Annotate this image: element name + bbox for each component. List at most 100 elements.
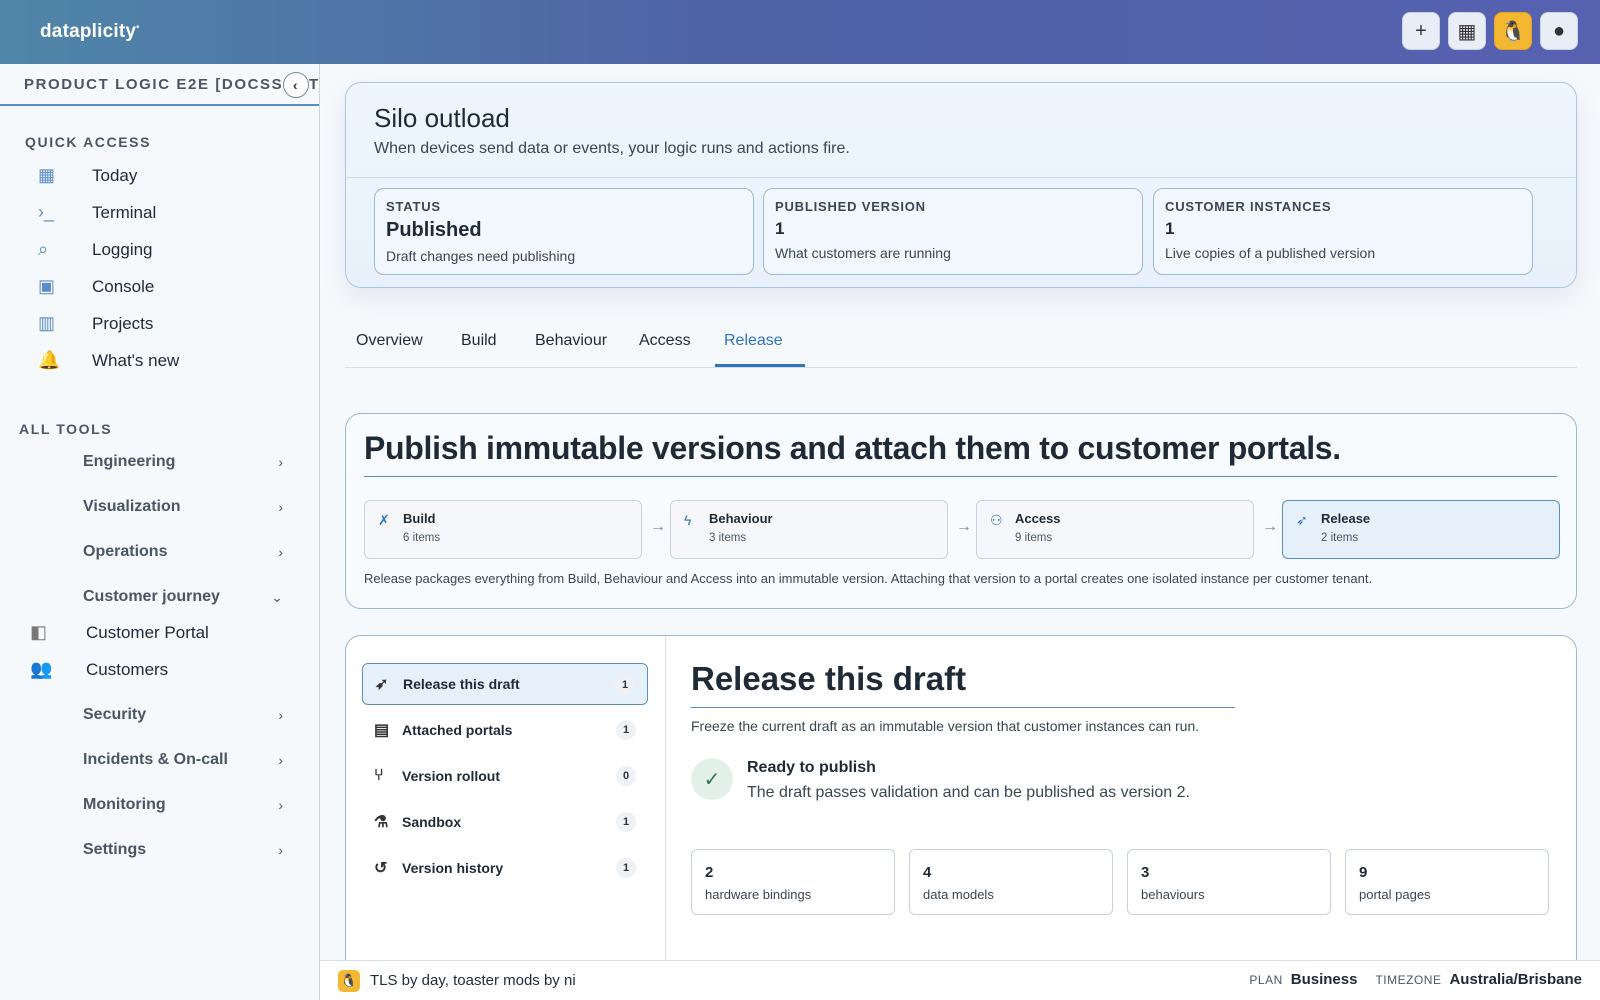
tool-customer-journey[interactable]: Customer journey ⌄ (83, 588, 283, 606)
stat-value: 1 (775, 219, 785, 238)
stat-value: Published (386, 219, 482, 241)
metric-value: 3 (1141, 864, 1150, 881)
tool-label: Settings (83, 841, 147, 858)
tool-security[interactable]: Security › (83, 706, 283, 724)
hero-card: Silo outload When devices send data or e… (345, 82, 1577, 288)
sidebar: PRODUCT LOGIC E2E [DOCSSHOTS] ‹ QUICK AC… (0, 64, 320, 1000)
sidebar-item-logging[interactable]: ⌕ Logging (0, 231, 320, 268)
step-name: Behaviour (709, 511, 773, 526)
metric-label: portal pages (1359, 887, 1431, 902)
console-icon: ▣ (38, 276, 56, 296)
quick-access-label: QUICK ACCESS (25, 134, 152, 150)
hero-divider (346, 177, 1576, 178)
brand-logo[interactable]: dataplicity• (40, 21, 140, 43)
metric-data-models: 4 data models (909, 849, 1113, 915)
nav-sandbox[interactable]: ⚗ Sandbox 1 (362, 801, 648, 843)
tab-build[interactable]: Build (461, 332, 497, 350)
ready-description: The draft passes validation and can be p… (747, 784, 1190, 801)
tab-release[interactable]: Release (724, 332, 783, 350)
bell-icon: 🔔 (38, 350, 61, 370)
plus-icon[interactable]: + (1402, 12, 1440, 50)
nav-attached-portals[interactable]: ▤ Attached portals 1 (362, 709, 648, 751)
main-content: Silo outload When devices send data or e… (320, 64, 1600, 1000)
stat-customer-instances: CUSTOMER INSTANCES 1 Live copies of a pu… (1153, 188, 1533, 275)
apps-grid-icon[interactable]: ▦ (1448, 12, 1486, 50)
stat-desc: Draft changes need publishing (386, 248, 576, 264)
step-access[interactable]: ⚇ Access 9 items (976, 500, 1254, 559)
tool-label: Operations (83, 543, 168, 560)
nav-version-rollout[interactable]: ⑂ Version rollout 0 (362, 755, 648, 797)
sidebar-item-label: Customers (86, 659, 169, 679)
step-name: Build (403, 511, 436, 526)
tool-monitoring[interactable]: Monitoring › (83, 796, 283, 814)
metric-value: 4 (923, 864, 932, 881)
timezone-key: TIMEZONE (1375, 972, 1442, 987)
chevron-right-icon: › (278, 842, 283, 858)
check-icon: ✓ (691, 758, 733, 800)
step-build[interactable]: ✗ Build 6 items (364, 500, 642, 559)
sidebar-item-terminal[interactable]: ›_ Terminal (0, 194, 320, 231)
user-avatar-icon[interactable]: 🐧 (1494, 12, 1532, 50)
account-icon[interactable]: ● (1540, 12, 1578, 50)
stat-key: CUSTOMER INSTANCES (1165, 199, 1332, 214)
tool-incidents[interactable]: Incidents & On-call › (83, 751, 283, 769)
release-draft-card: ➶ Release this draft 1 ▤ Attached portal… (345, 635, 1577, 1000)
chevron-right-icon: › (278, 707, 283, 723)
metric-hardware-bindings: 2 hardware bindings (691, 849, 895, 915)
sidebar-item-customer-portal[interactable]: ◧ Customer Portal (0, 622, 320, 643)
metric-portal-pages: 9 portal pages (1345, 849, 1549, 915)
sidebar-item-customers[interactable]: 👥 Customers (0, 659, 320, 680)
chevron-right-icon: › (278, 454, 283, 470)
publish-divider (364, 476, 1557, 477)
tool-visualization[interactable]: Visualization › (83, 498, 283, 516)
metric-value: 2 (705, 864, 714, 881)
arrow-right-icon: → (956, 518, 972, 535)
step-count: 3 items (709, 532, 747, 544)
status-message: TLS by day, toaster mods by ni (370, 972, 576, 989)
plan-value[interactable]: Business (1291, 971, 1358, 988)
step-behaviour[interactable]: ϟ Behaviour 3 items (670, 500, 948, 559)
stat-desc: Live copies of a published version (1165, 245, 1376, 261)
sidebar-item-console[interactable]: ▣ Console (0, 268, 320, 305)
tool-operations[interactable]: Operations › (83, 543, 283, 561)
draft-subtitle: Freeze the current draft as an immutable… (691, 718, 1200, 734)
timezone-value[interactable]: Australia/Brisbane (1449, 971, 1582, 988)
all-tools-label: ALL TOOLS (19, 421, 113, 437)
nav-label: Version history (402, 860, 504, 876)
publish-title: Publish immutable versions and attach th… (364, 430, 1341, 466)
search-icon: ⌕ (38, 239, 49, 259)
top-bar: dataplicity• + ▦ 🐧 ● (0, 0, 1600, 64)
step-count: 9 items (1015, 532, 1053, 544)
collapse-sidebar-icon[interactable]: ‹ (283, 72, 309, 98)
rocket-icon: ➶ (375, 676, 389, 693)
count-badge: 0 (616, 766, 636, 786)
nav-release-this-draft[interactable]: ➶ Release this draft 1 (362, 663, 648, 705)
tool-label: Security (83, 706, 147, 723)
draft-title: Release this draft (691, 660, 967, 697)
branch-icon: ⑂ (374, 767, 384, 784)
step-count: 2 items (1321, 532, 1359, 544)
sidebar-item-projects[interactable]: ▥ Projects (0, 305, 320, 342)
tool-engineering[interactable]: Engineering › (83, 453, 283, 471)
nav-label: Sandbox (402, 814, 462, 830)
project-name[interactable]: PRODUCT LOGIC E2E [DOCSSHOTS] ‹ (0, 64, 319, 106)
sidebar-item-whats-new[interactable]: 🔔 What's new (0, 342, 320, 379)
sidebar-item-today[interactable]: ▦ Today (0, 157, 320, 194)
nav-version-history[interactable]: ↺ Version history 1 (362, 847, 648, 889)
nav-label: Attached portals (402, 722, 513, 738)
step-release[interactable]: ➶ Release 2 items (1282, 500, 1560, 559)
tab-overview[interactable]: Overview (356, 332, 423, 350)
arrow-right-icon: → (650, 518, 666, 535)
chevron-down-icon: ⌄ (271, 588, 283, 605)
draft-divider (691, 707, 1235, 708)
tab-access[interactable]: Access (639, 332, 691, 350)
history-icon: ↺ (374, 860, 388, 877)
penguin-avatar-icon: 🐧 (338, 969, 360, 992)
stat-value: 1 (1165, 219, 1175, 238)
tool-label: Incidents & On-call (83, 751, 228, 768)
step-name: Release (1321, 511, 1371, 526)
tool-settings[interactable]: Settings › (83, 841, 283, 859)
metric-behaviours: 3 behaviours (1127, 849, 1331, 915)
tab-behaviour[interactable]: Behaviour (535, 332, 607, 350)
page-subtitle: When devices send data or events, your l… (374, 140, 850, 157)
